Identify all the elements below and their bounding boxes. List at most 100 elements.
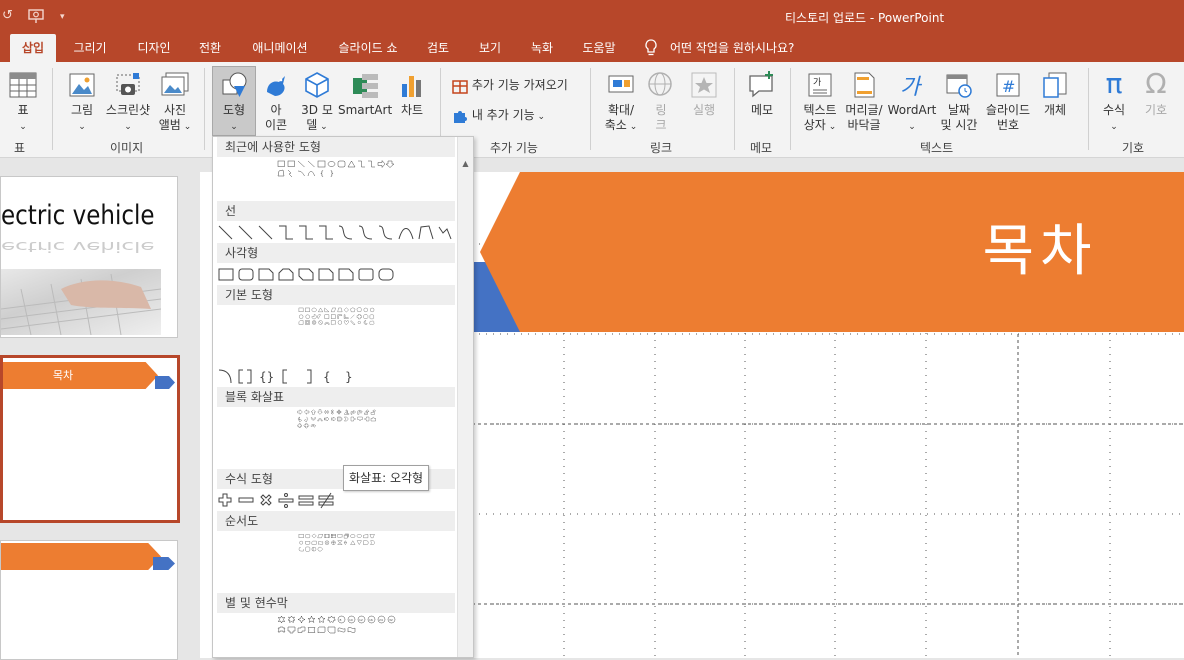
header-footer-button[interactable]: 머리글/바닥글 <box>842 70 886 133</box>
rectangles-row[interactable] <box>217 265 457 285</box>
slide-thumbnail-2-selected[interactable]: 목차 <box>0 355 180 523</box>
tab-insert[interactable]: 삽입 <box>10 34 56 62</box>
section-flowchart: 순서도 <box>217 511 455 531</box>
chart-button[interactable]: 차트 <box>394 70 430 118</box>
tab-view[interactable]: 보기 <box>470 34 510 62</box>
slide-thumbnail-1[interactable]: ectric vehicle ectric vehicle <box>0 176 178 338</box>
tab-review[interactable]: 검토 <box>420 34 456 62</box>
photo-album-icon <box>161 72 189 96</box>
svg-text:{: { <box>320 171 324 178</box>
date-time-button[interactable]: 날짜 및 시간 <box>938 70 980 133</box>
table-label: 표 <box>17 103 29 117</box>
keyboard-photo <box>1 269 161 335</box>
svg-text:32: 32 <box>389 618 393 622</box>
object-button[interactable]: 개체 <box>1036 70 1074 118</box>
tab-slideshow[interactable]: 슬라이드 쇼 <box>330 34 406 62</box>
screenshot-button[interactable]: 스크린샷 ⌄ <box>102 70 154 135</box>
section-block-arrows: 블록 화살표 <box>217 387 455 407</box>
bar-chart-icon <box>402 76 421 97</box>
presenter-view-icon[interactable] <box>28 8 46 28</box>
thumbnail-slide-title: 목차 <box>52 369 74 382</box>
link-button[interactable]: 링크 <box>646 70 676 133</box>
photo-album-button[interactable]: 사진 앨범 ⌄ <box>154 70 196 135</box>
object-icon <box>1043 72 1067 98</box>
svg-text:#: # <box>1002 77 1015 96</box>
wordart-icon: 가 <box>900 75 923 100</box>
scroll-up-icon[interactable]: ▲ <box>458 159 473 168</box>
action-button[interactable]: 실행 <box>686 70 722 118</box>
smartart-button[interactable]: SmartArt <box>338 70 392 118</box>
picture-icon <box>69 73 95 97</box>
stars-banners-grid[interactable]: 8 10 12 16 24 32 <box>217 615 457 635</box>
lines-row[interactable] <box>217 223 457 243</box>
my-addins-button[interactable]: 내 추가 기능 ⌄ <box>452 106 545 126</box>
thumbnail-title: ectric vehicle <box>1 201 155 231</box>
omega-icon: Ω <box>1145 67 1167 100</box>
icons-icon <box>267 76 285 96</box>
group-images: 이미지 <box>110 141 144 155</box>
recent-shapes-row[interactable]: { } <box>217 159 457 179</box>
equation-button[interactable]: π 수식 ⌄ <box>1096 68 1132 135</box>
table-icon <box>9 72 37 98</box>
equation-shapes-row[interactable] <box>217 491 457 511</box>
tab-transitions[interactable]: 전환 <box>190 34 230 62</box>
comment-button[interactable]: 메모 <box>742 70 782 118</box>
svg-text:12: 12 <box>359 618 363 622</box>
tab-help[interactable]: 도움말 <box>574 34 624 62</box>
tab-draw[interactable]: 그리기 <box>62 34 118 62</box>
cube-icon <box>305 72 329 98</box>
table-button[interactable]: 표 ⌄ <box>6 70 40 135</box>
symbol-button[interactable]: Ω 기호 <box>1138 68 1174 118</box>
ribbon-tabs: 삽입 그리기 디자인 전환 애니메이션 슬라이드 쇼 검토 보기 녹화 도움말 … <box>0 34 1184 62</box>
shapes-button[interactable]: 도형 ⌄ <box>212 66 256 136</box>
flowchart-grid[interactable] <box>217 533 457 553</box>
slide-title[interactable]: 목차 <box>940 212 1140 292</box>
textbox-button[interactable]: 가 텍스트 상자 ⌄ <box>798 70 842 135</box>
header-footer-icon <box>854 72 875 98</box>
chevron-down-icon[interactable]: ▾ <box>60 12 65 22</box>
smartart-icon <box>353 74 378 98</box>
gallery-scrollbar[interactable]: ▲ <box>457 137 473 657</box>
icons-button[interactable]: 아 이콘 <box>258 70 294 133</box>
svg-text:{: { <box>323 370 331 384</box>
section-lines: 선 <box>217 201 455 221</box>
tab-animations[interactable]: 애니메이션 <box>240 34 320 62</box>
star-action-icon <box>691 72 717 98</box>
zoom-button[interactable]: 확대/축소 ⌄ <box>598 70 644 135</box>
section-stars-banners: 별 및 현수막 <box>217 593 455 613</box>
pi-icon: π <box>1105 67 1123 100</box>
svg-text:가: 가 <box>813 77 821 88</box>
svg-text:10: 10 <box>349 618 353 622</box>
svg-text:가: 가 <box>900 75 923 100</box>
picture-button[interactable]: 그림 ⌄ <box>62 70 102 135</box>
svg-text:16: 16 <box>369 618 373 622</box>
group-comments: 메모 <box>750 141 773 155</box>
tab-recording[interactable]: 녹화 <box>522 34 562 62</box>
brackets-row[interactable]: {} { } <box>217 367 457 387</box>
slide-thumbnail-3[interactable] <box>0 540 178 660</box>
tell-me-search[interactable]: 어떤 작업을 원하시나요? <box>670 34 810 62</box>
svg-text:8: 8 <box>340 618 342 622</box>
get-addins-button[interactable]: 추가 기능 가져오기 <box>452 76 568 94</box>
thumbnail-title-reflection: ectric vehicle <box>1 238 155 254</box>
zoom-slides-icon <box>608 75 634 93</box>
svg-text:24: 24 <box>379 618 383 622</box>
slide-thumbnail-pane: ectric vehicle ectric vehicle 목차 <box>0 158 200 660</box>
basic-shapes-grid[interactable] <box>217 307 457 327</box>
ribbon: 표 ⌄ 표 그림 ⌄ 스크린샷 ⌄ 사진 앨범 ⌄ 이미지 도형 ⌄ 아 이콘 3D 모델 … <box>0 62 1184 158</box>
group-table: 표 <box>14 141 26 155</box>
title-bar: ↺ ▾ 티스토리 업로드 - PowerPoint <box>0 0 1184 34</box>
puzzle-icon <box>454 110 467 123</box>
3d-models-button[interactable]: 3D 모델 ⌄ <box>296 70 338 135</box>
window-title: 티스토리 업로드 - PowerPoint <box>785 11 945 25</box>
textbox-icon: 가 <box>808 73 832 97</box>
slide-number-button[interactable]: # 슬라이드 번호 <box>982 70 1034 133</box>
shape-tooltip: 화살표: 오각형 <box>343 465 430 491</box>
svg-text:}: } <box>345 370 353 384</box>
undo-icon[interactable]: ↺ <box>2 8 13 23</box>
block-arrows-grid[interactable] <box>217 409 457 429</box>
tab-design[interactable]: 디자인 <box>126 34 182 62</box>
wordart-button[interactable]: 가 WordArt ⌄ <box>886 70 938 135</box>
group-symbols: 기호 <box>1122 141 1145 155</box>
section-rectangles: 사각형 <box>217 243 455 263</box>
